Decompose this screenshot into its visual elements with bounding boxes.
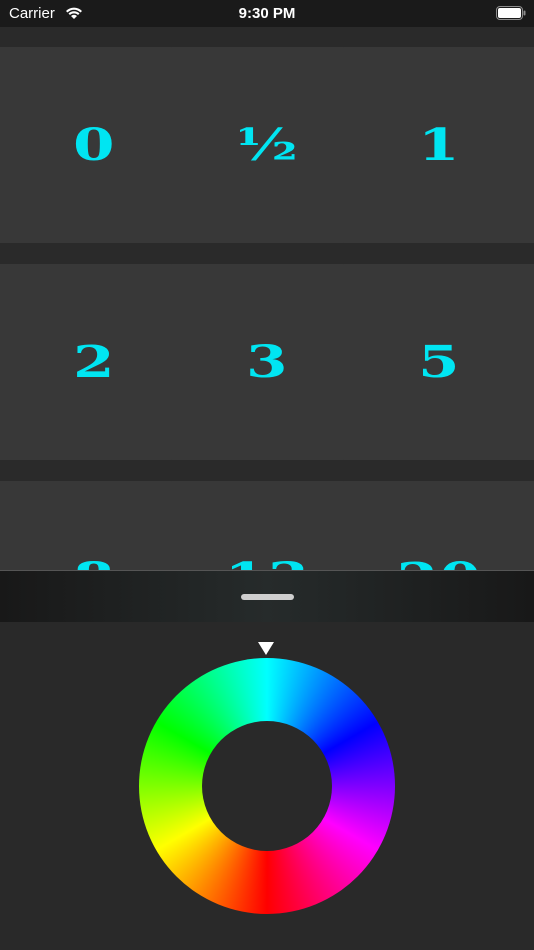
card-half[interactable]: ½ — [168, 47, 367, 243]
triangle-down-icon — [258, 642, 274, 655]
color-wheel-center — [202, 721, 332, 851]
card-label: 0 — [73, 119, 116, 171]
status-bar: Carrier 9:30 PM — [0, 0, 534, 27]
card-label: 2 — [73, 336, 116, 388]
drag-handle[interactable] — [241, 594, 294, 600]
card-label: 8 — [73, 554, 116, 572]
battery-icon — [496, 6, 526, 20]
card-1[interactable]: 1 — [340, 47, 534, 243]
card-label: 5 — [418, 336, 461, 388]
card-label: ½ — [235, 119, 300, 171]
card-13[interactable]: 13 — [168, 481, 367, 572]
color-picker-panel — [0, 622, 534, 950]
card-3[interactable]: 3 — [168, 264, 367, 460]
card-8[interactable]: 8 — [0, 481, 194, 571]
card-label: 13 — [225, 554, 310, 572]
drawer-handle-bar[interactable] — [0, 570, 534, 623]
clock: 9:30 PM — [238, 5, 296, 22]
card-grid: 0 ½ 1 2 3 5 8 13 20 — [0, 27, 534, 571]
card-20[interactable]: 20 — [340, 481, 534, 571]
color-wheel[interactable] — [139, 658, 395, 914]
card-label: 1 — [418, 119, 461, 171]
card-5[interactable]: 5 — [340, 264, 534, 460]
card-label: 3 — [246, 336, 289, 388]
card-0[interactable]: 0 — [0, 47, 194, 243]
card-2[interactable]: 2 — [0, 264, 194, 460]
card-label: 20 — [397, 554, 482, 572]
